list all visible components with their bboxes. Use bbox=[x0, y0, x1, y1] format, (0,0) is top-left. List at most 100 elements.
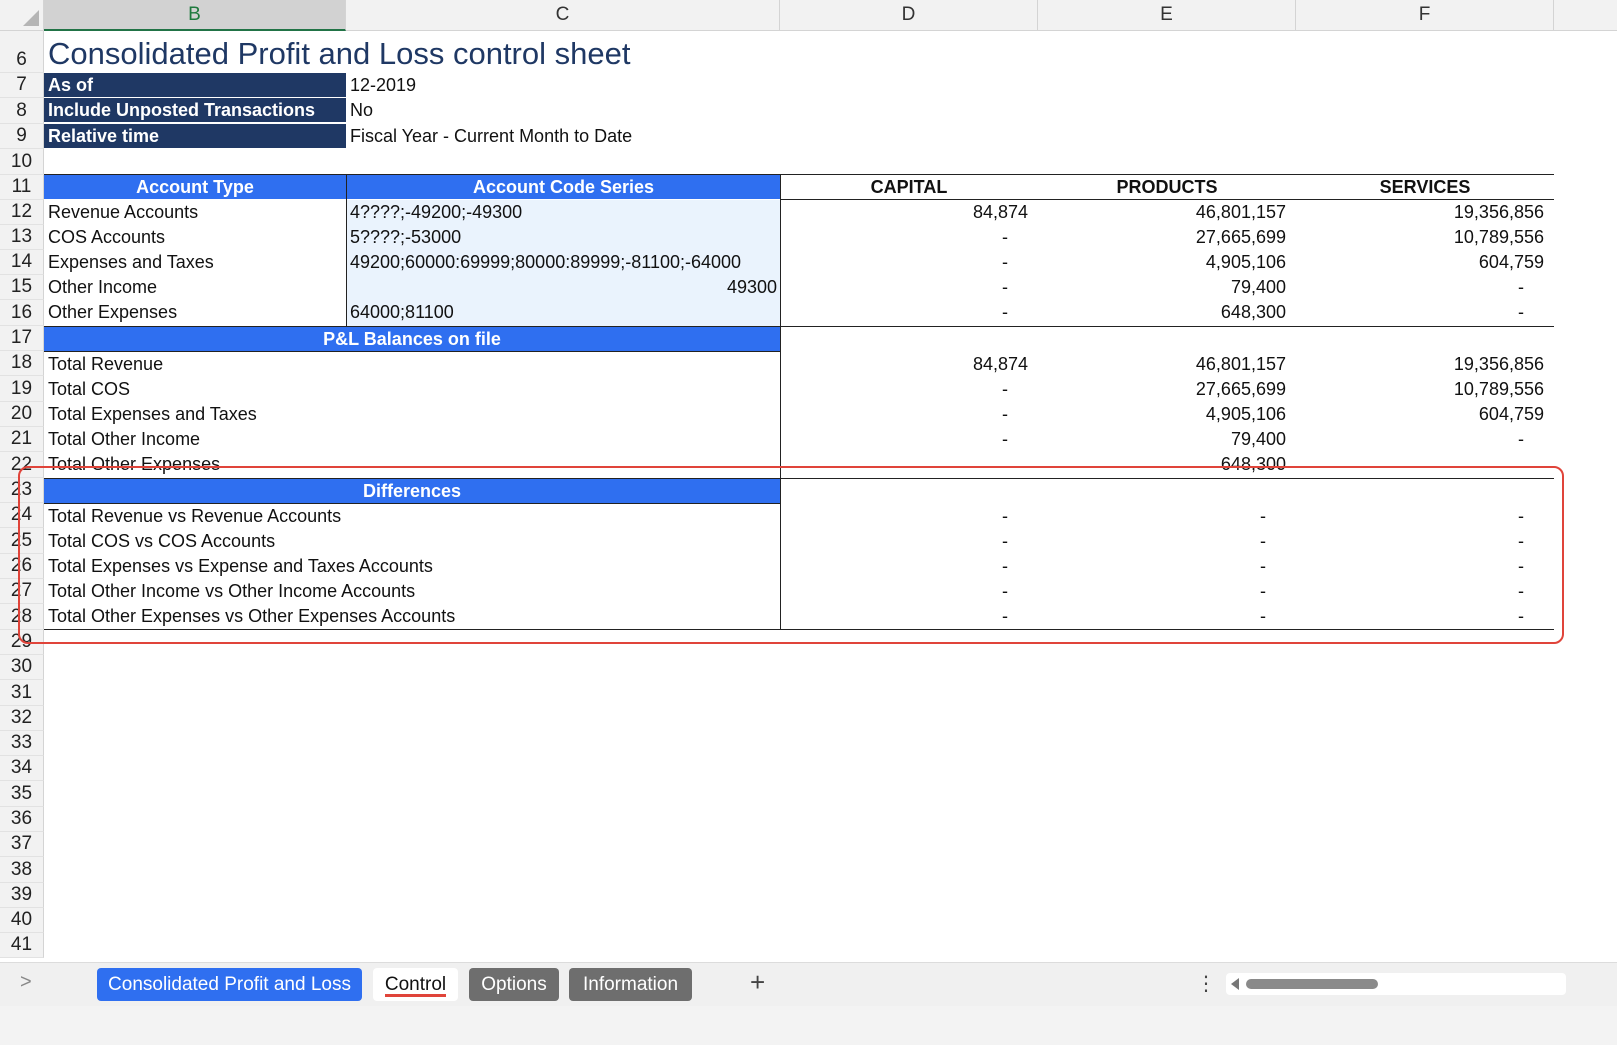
param-value-relative-time[interactable]: Fiscal Year - Current Month to Date bbox=[346, 124, 780, 148]
account-series-cell[interactable]: 5????;-53000 bbox=[346, 225, 780, 250]
balance-products-cell[interactable]: 4,905,106 bbox=[1038, 402, 1296, 427]
account-type-cell[interactable]: COS Accounts bbox=[44, 225, 346, 250]
column-header-e[interactable]: E bbox=[1038, 0, 1296, 31]
row-header[interactable]: 28 bbox=[0, 604, 44, 630]
tab-consolidated-profit-and-loss[interactable]: Consolidated Profit and Loss bbox=[97, 968, 362, 1001]
account-series-cell[interactable]: 49300 bbox=[346, 275, 780, 300]
account-capital-cell[interactable]: - bbox=[780, 250, 1038, 275]
balance-capital-cell[interactable]: - bbox=[780, 427, 1038, 452]
account-products-cell[interactable]: 46,801,157 bbox=[1038, 200, 1296, 225]
account-products-cell[interactable]: 79,400 bbox=[1038, 275, 1296, 300]
row-header[interactable]: 37 bbox=[0, 832, 44, 857]
row-header[interactable]: 31 bbox=[0, 680, 44, 706]
difference-services-cell[interactable]: - bbox=[1296, 529, 1554, 554]
difference-label-cell[interactable]: Total Revenue vs Revenue Accounts bbox=[44, 504, 780, 529]
balance-services-cell[interactable]: 19,356,856 bbox=[1296, 352, 1554, 377]
account-type-cell[interactable]: Revenue Accounts bbox=[44, 200, 346, 225]
balance-products-cell[interactable]: 27,665,699 bbox=[1038, 377, 1296, 402]
select-all-corner[interactable] bbox=[0, 0, 44, 31]
column-header-f[interactable]: F bbox=[1296, 0, 1554, 31]
row-header[interactable]: 8 bbox=[0, 98, 44, 124]
scroll-left-icon[interactable] bbox=[1231, 978, 1239, 990]
row-header[interactable]: 7 bbox=[0, 73, 44, 98]
balance-products-cell[interactable]: 79,400 bbox=[1038, 427, 1296, 452]
balance-label-cell[interactable]: Total Revenue bbox=[44, 352, 780, 377]
row-header[interactable]: 19 bbox=[0, 376, 44, 402]
difference-products-cell[interactable]: - bbox=[1038, 604, 1296, 629]
account-capital-cell[interactable]: - bbox=[780, 225, 1038, 250]
row-header[interactable]: 24 bbox=[0, 503, 44, 528]
account-products-cell[interactable]: 4,905,106 bbox=[1038, 250, 1296, 275]
difference-capital-cell[interactable]: - bbox=[780, 579, 1038, 604]
account-products-cell[interactable]: 27,665,699 bbox=[1038, 225, 1296, 250]
account-capital-cell[interactable]: - bbox=[780, 300, 1038, 325]
row-header[interactable]: 38 bbox=[0, 857, 44, 883]
difference-products-cell[interactable]: - bbox=[1038, 579, 1296, 604]
balance-capital-cell[interactable]: - bbox=[780, 402, 1038, 427]
balance-label-cell[interactable]: Total COS bbox=[44, 377, 780, 402]
row-header[interactable]: 34 bbox=[0, 756, 44, 781]
param-value-unposted[interactable]: No bbox=[346, 98, 780, 122]
difference-capital-cell[interactable]: - bbox=[780, 529, 1038, 554]
balance-services-cell[interactable]: 10,789,556 bbox=[1296, 377, 1554, 402]
balance-capital-cell[interactable] bbox=[780, 452, 1038, 477]
row-header[interactable]: 10 bbox=[0, 149, 44, 175]
row-header[interactable]: 23 bbox=[0, 478, 44, 503]
difference-capital-cell[interactable]: - bbox=[780, 554, 1038, 579]
account-services-cell[interactable]: - bbox=[1296, 300, 1554, 325]
row-header[interactable]: 30 bbox=[0, 655, 44, 680]
row-header[interactable]: 15 bbox=[0, 275, 44, 300]
tab-options[interactable]: Options bbox=[469, 968, 559, 1001]
balance-services-cell[interactable]: 604,759 bbox=[1296, 402, 1554, 427]
account-products-cell[interactable]: 648,300 bbox=[1038, 300, 1296, 325]
row-header[interactable]: 27 bbox=[0, 579, 44, 604]
row-header[interactable]: 11 bbox=[0, 175, 44, 200]
difference-capital-cell[interactable]: - bbox=[780, 604, 1038, 629]
account-type-cell[interactable]: Other Expenses bbox=[44, 300, 346, 325]
more-options-icon[interactable]: ⋮ bbox=[1196, 971, 1216, 996]
account-services-cell[interactable]: - bbox=[1296, 275, 1554, 300]
row-header[interactable]: 6 bbox=[0, 31, 44, 73]
tab-control[interactable]: Control bbox=[373, 968, 458, 1001]
balance-services-cell[interactable]: - bbox=[1296, 427, 1554, 452]
add-sheet-icon[interactable]: + bbox=[750, 967, 765, 998]
row-header[interactable]: 12 bbox=[0, 200, 44, 225]
difference-products-cell[interactable]: - bbox=[1038, 529, 1296, 554]
difference-label-cell[interactable]: Total Expenses vs Expense and Taxes Acco… bbox=[44, 554, 780, 579]
account-type-cell[interactable]: Other Income bbox=[44, 275, 346, 300]
row-header[interactable]: 16 bbox=[0, 300, 44, 326]
column-header-d[interactable]: D bbox=[780, 0, 1038, 31]
column-header-b[interactable]: B bbox=[44, 0, 346, 31]
difference-services-cell[interactable]: - bbox=[1296, 504, 1554, 529]
difference-label-cell[interactable]: Total Other Income vs Other Income Accou… bbox=[44, 579, 780, 604]
account-series-cell[interactable]: 64000;81100 bbox=[346, 300, 780, 325]
difference-products-cell[interactable]: - bbox=[1038, 554, 1296, 579]
param-value-as-of[interactable]: 12-2019 bbox=[346, 73, 780, 97]
row-header[interactable]: 17 bbox=[0, 326, 44, 351]
account-services-cell[interactable]: 19,356,856 bbox=[1296, 200, 1554, 225]
row-header[interactable]: 29 bbox=[0, 630, 44, 655]
difference-products-cell[interactable]: - bbox=[1038, 504, 1296, 529]
account-services-cell[interactable]: 10,789,556 bbox=[1296, 225, 1554, 250]
balance-label-cell[interactable]: Total Expenses and Taxes bbox=[44, 402, 780, 427]
row-header[interactable]: 39 bbox=[0, 883, 44, 908]
balance-label-cell[interactable]: Total Other Expenses bbox=[44, 452, 780, 477]
row-header[interactable]: 9 bbox=[0, 124, 44, 149]
scrollbar-thumb[interactable] bbox=[1246, 979, 1378, 989]
row-header[interactable]: 41 bbox=[0, 933, 44, 958]
row-header[interactable]: 22 bbox=[0, 452, 44, 478]
row-header[interactable]: 25 bbox=[0, 528, 44, 554]
row-header[interactable]: 35 bbox=[0, 781, 44, 807]
row-header[interactable]: 33 bbox=[0, 731, 44, 756]
column-header-g[interactable] bbox=[1554, 0, 1617, 31]
balance-capital-cell[interactable]: 84,874 bbox=[780, 352, 1038, 377]
row-header[interactable]: 18 bbox=[0, 351, 44, 376]
row-header[interactable]: 36 bbox=[0, 807, 44, 832]
row-header[interactable]: 20 bbox=[0, 402, 44, 427]
horizontal-scrollbar[interactable] bbox=[1226, 973, 1566, 995]
difference-services-cell[interactable]: - bbox=[1296, 579, 1554, 604]
account-capital-cell[interactable]: - bbox=[780, 275, 1038, 300]
account-capital-cell[interactable]: 84,874 bbox=[780, 200, 1038, 225]
account-series-cell[interactable]: 49200;60000:69999;80000:89999;-81100;-64… bbox=[346, 250, 780, 275]
account-services-cell[interactable]: 604,759 bbox=[1296, 250, 1554, 275]
